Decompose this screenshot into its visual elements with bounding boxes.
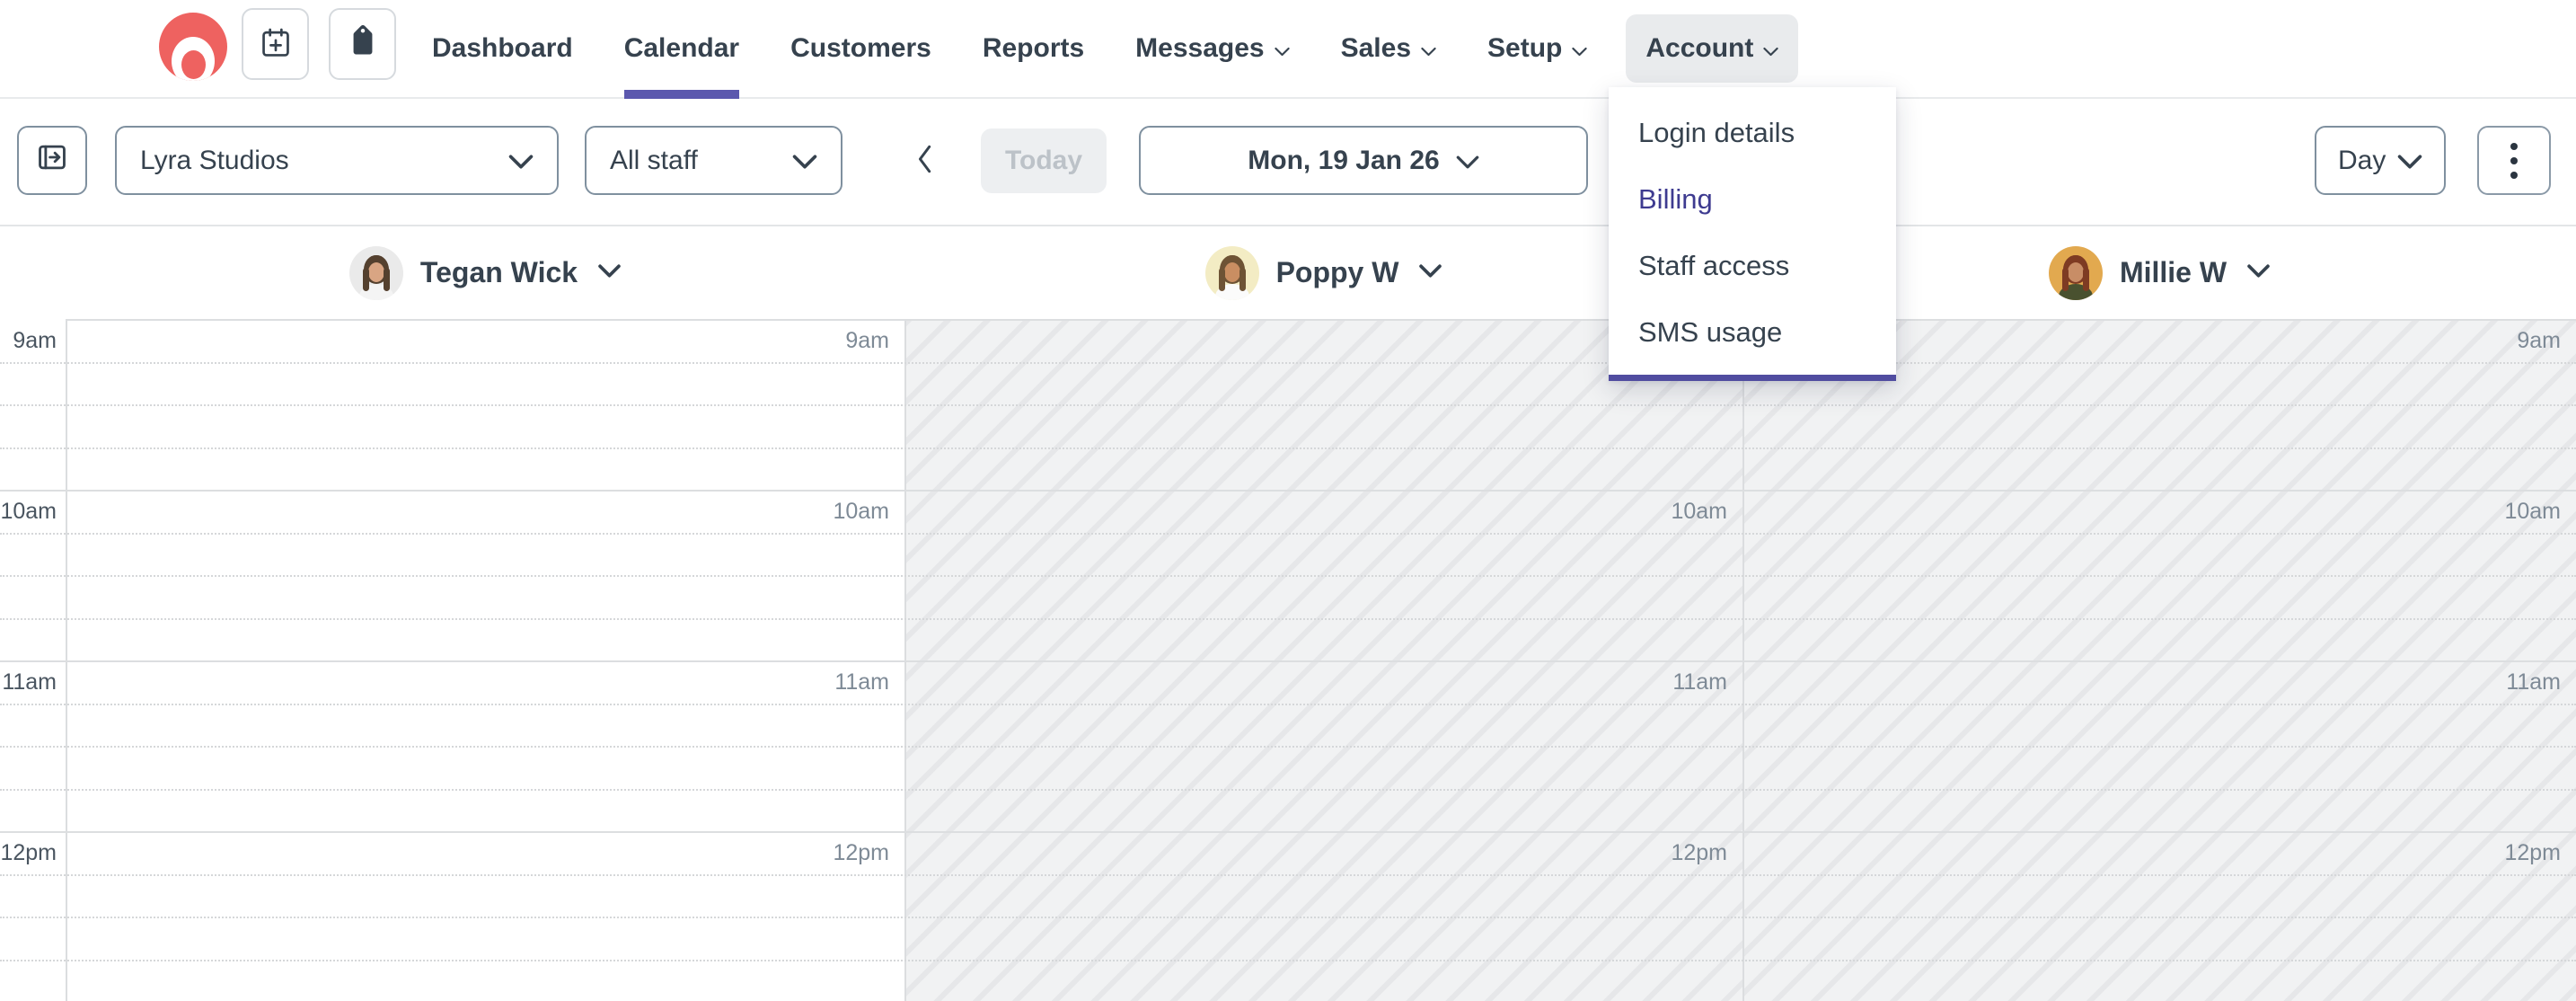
staff-name: Tegan Wick bbox=[420, 256, 578, 289]
staff-name: Millie W bbox=[2120, 256, 2227, 289]
calendar-grid: 9am9am9am9am10am10am10am10am11am11am11am… bbox=[0, 319, 2576, 1001]
more-options-button[interactable] bbox=[2477, 126, 2551, 195]
chevron-left-icon bbox=[916, 145, 932, 176]
date-picker-button[interactable]: Mon, 19 Jan 26 bbox=[1139, 126, 1588, 195]
quarter-hour-line bbox=[0, 575, 2576, 577]
hour-line bbox=[0, 831, 2576, 833]
chevron-down-icon bbox=[2247, 264, 2270, 282]
timely-logo-cutout bbox=[172, 37, 215, 81]
chevron-down-icon bbox=[1763, 33, 1778, 64]
view-mode-value: Day bbox=[2338, 146, 2386, 176]
chevron-down-icon bbox=[1419, 264, 1442, 282]
hour-line bbox=[0, 660, 2576, 662]
nav-item-reports[interactable]: Reports bbox=[983, 0, 1084, 97]
quarter-hour-line bbox=[0, 704, 2576, 705]
quarter-hour-line bbox=[0, 789, 2576, 791]
location-select-value: Lyra Studios bbox=[140, 146, 289, 176]
staff-filter-value: All staff bbox=[610, 146, 698, 176]
staff-avatar bbox=[1205, 246, 1259, 300]
time-label: 12pm bbox=[0, 840, 57, 866]
chevron-down-icon bbox=[2397, 146, 2422, 176]
primary-nav: Dashboard Calendar Customers Reports Message… bbox=[432, 0, 1798, 97]
nav-item-label: Dashboard bbox=[432, 33, 573, 64]
calendar-add-icon bbox=[259, 26, 293, 63]
quarter-hour-line bbox=[0, 960, 2576, 961]
chevron-down-icon bbox=[1275, 33, 1290, 64]
time-label: 9am bbox=[0, 328, 57, 354]
nav-item-label: Messages bbox=[1135, 33, 1264, 64]
kebab-icon bbox=[2510, 143, 2518, 150]
quarter-hour-line bbox=[0, 404, 2576, 406]
staff-filter-select[interactable]: All staff bbox=[585, 126, 842, 195]
new-booking-button[interactable] bbox=[242, 8, 309, 80]
nav-item-sales[interactable]: Sales bbox=[1341, 0, 1436, 97]
staff-column-header-tegan-wick[interactable]: Tegan Wick bbox=[66, 226, 904, 319]
chevron-down-icon bbox=[1572, 33, 1587, 64]
timely-logo-dot bbox=[181, 50, 206, 79]
collapse-panel-button[interactable] bbox=[17, 126, 87, 195]
tag-icon bbox=[347, 27, 379, 62]
quarter-hour-line bbox=[0, 362, 2576, 364]
time-label: 10am bbox=[0, 499, 57, 525]
staff-avatar bbox=[349, 246, 403, 300]
time-label: 11am bbox=[0, 669, 57, 695]
chevron-down-icon bbox=[508, 146, 534, 176]
nav-item-label: Sales bbox=[1341, 33, 1411, 64]
date-label: Mon, 19 Jan 26 bbox=[1248, 146, 1439, 176]
quarter-hour-line bbox=[0, 618, 2576, 620]
nav-item-label: Setup bbox=[1487, 33, 1562, 64]
menu-item-sms-usage[interactable]: SMS usage bbox=[1609, 299, 1896, 366]
staff-name: Poppy W bbox=[1276, 256, 1399, 289]
chevron-down-icon bbox=[792, 146, 817, 176]
staff-avatar bbox=[2049, 246, 2103, 300]
nav-item-calendar[interactable]: Calendar bbox=[624, 0, 739, 97]
top-nav-bar: Dashboard Calendar Customers Reports Message… bbox=[0, 0, 2576, 99]
nav-item-label: Reports bbox=[983, 33, 1084, 64]
quarter-hour-line bbox=[0, 874, 2576, 876]
location-select[interactable]: Lyra Studios bbox=[115, 126, 559, 195]
timely-app: Dashboard Calendar Customers Reports Message… bbox=[0, 0, 2576, 1001]
staff-header-row: Tegan Wick Poppy W Millie W bbox=[0, 226, 2576, 319]
quarter-hour-line bbox=[0, 746, 2576, 748]
nav-item-label: Calendar bbox=[624, 33, 739, 64]
nav-item-label: Customers bbox=[790, 33, 931, 64]
sale-tag-button[interactable] bbox=[329, 8, 396, 80]
chevron-down-icon bbox=[1456, 146, 1479, 176]
menu-item-login-details[interactable]: Login details bbox=[1609, 100, 1896, 166]
hour-line bbox=[0, 490, 2576, 492]
timely-logo-icon[interactable] bbox=[159, 13, 227, 81]
nav-item-messages[interactable]: Messages bbox=[1135, 0, 1289, 97]
calendar-toolbar: Lyra Studios All staff Today Mon, 19 Jan… bbox=[0, 99, 2576, 226]
menu-item-staff-access[interactable]: Staff access bbox=[1609, 233, 1896, 299]
previous-day-button[interactable] bbox=[905, 126, 943, 195]
nav-item-customers[interactable]: Customers bbox=[790, 0, 931, 97]
quarter-hour-line bbox=[0, 533, 2576, 535]
chevron-down-icon bbox=[1421, 33, 1436, 64]
view-mode-select[interactable]: Day bbox=[2315, 126, 2446, 195]
account-dropdown-menu: Login detailsBillingStaff accessSMS usag… bbox=[1609, 87, 1896, 381]
quarter-hour-line bbox=[0, 447, 2576, 449]
nav-item-label: Account bbox=[1645, 33, 1753, 64]
nav-item-dashboard[interactable]: Dashboard bbox=[432, 0, 573, 97]
chevron-down-icon bbox=[598, 264, 621, 282]
collapse-panel-icon bbox=[35, 140, 69, 182]
hour-line bbox=[66, 319, 2576, 321]
quarter-hour-line bbox=[0, 917, 2576, 918]
today-button[interactable]: Today bbox=[981, 128, 1107, 193]
menu-item-billing[interactable]: Billing bbox=[1609, 166, 1896, 233]
nav-item-setup[interactable]: Setup bbox=[1487, 0, 1587, 97]
nav-item-account[interactable]: Account bbox=[1626, 14, 1798, 83]
